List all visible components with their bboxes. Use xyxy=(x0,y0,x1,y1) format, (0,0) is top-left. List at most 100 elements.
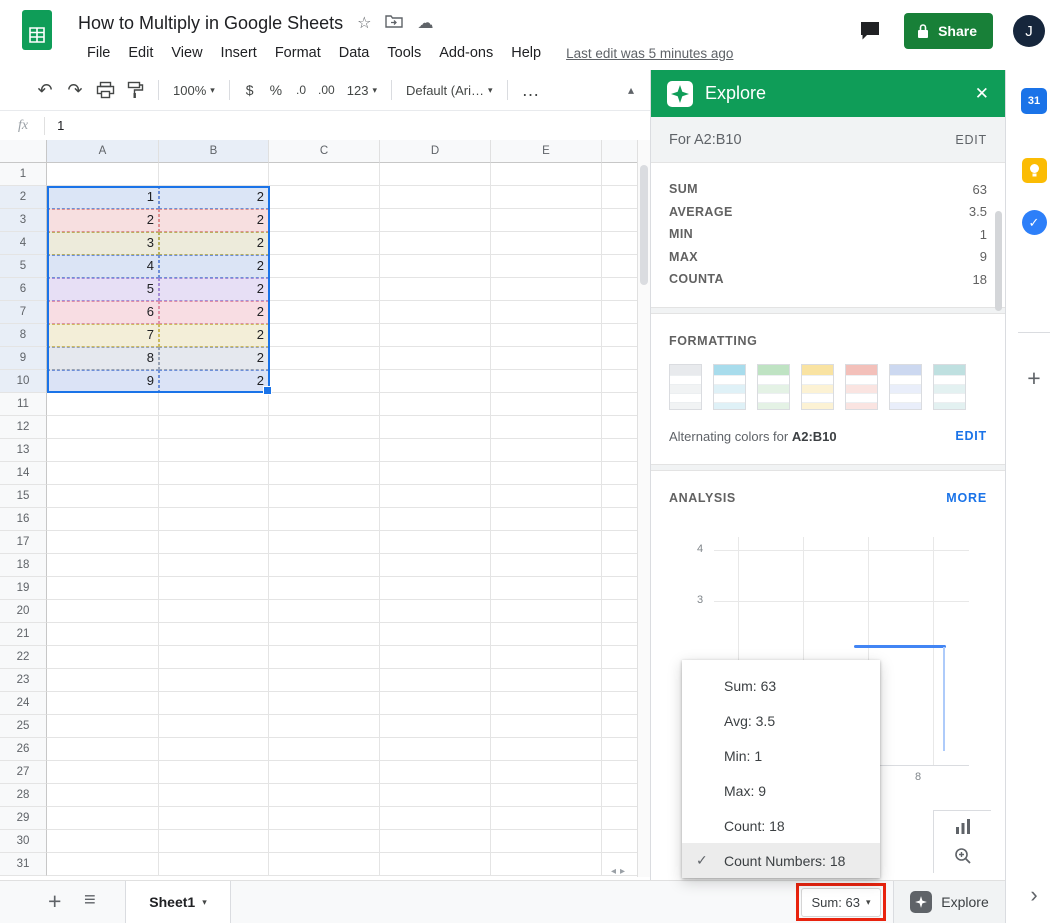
cell-B24[interactable] xyxy=(159,692,269,715)
cell-F15[interactable] xyxy=(602,485,640,508)
cell-B26[interactable] xyxy=(159,738,269,761)
cell-C13[interactable] xyxy=(269,439,380,462)
cell-E8[interactable] xyxy=(491,324,602,347)
cell-B22[interactable] xyxy=(159,646,269,669)
cell-A23[interactable] xyxy=(47,669,159,692)
cell-F11[interactable] xyxy=(602,393,640,416)
cell-C21[interactable] xyxy=(269,623,380,646)
row-header-28[interactable]: 28 xyxy=(0,784,47,807)
cell-B29[interactable] xyxy=(159,807,269,830)
cell-F8[interactable] xyxy=(602,324,640,347)
cell-A5[interactable]: 4 xyxy=(47,255,159,278)
tasks-icon[interactable]: ✓ xyxy=(1006,210,1061,235)
row-header-13[interactable]: 13 xyxy=(0,439,47,462)
fill-handle[interactable] xyxy=(263,386,272,395)
cell-F17[interactable] xyxy=(602,531,640,554)
cell-D21[interactable] xyxy=(380,623,491,646)
cell-B13[interactable] xyxy=(159,439,269,462)
cell-F7[interactable] xyxy=(602,301,640,324)
column-header-E[interactable]: E xyxy=(491,140,602,163)
context-menu-item-count[interactable]: Count: 18 xyxy=(682,808,880,843)
sum-selector-button[interactable]: Sum: 63 ▾ xyxy=(801,888,881,917)
row-header-26[interactable]: 26 xyxy=(0,738,47,761)
vertical-scrollbar-thumb[interactable] xyxy=(640,165,648,285)
cell-F9[interactable] xyxy=(602,347,640,370)
cell-B27[interactable] xyxy=(159,761,269,784)
cell-C26[interactable] xyxy=(269,738,380,761)
cell-B14[interactable] xyxy=(159,462,269,485)
row-header-5[interactable]: 5 xyxy=(0,255,47,278)
cell-D25[interactable] xyxy=(380,715,491,738)
cell-E12[interactable] xyxy=(491,416,602,439)
cell-F20[interactable] xyxy=(602,600,640,623)
cell-D9[interactable] xyxy=(380,347,491,370)
cell-D5[interactable] xyxy=(380,255,491,278)
column-header-B[interactable]: B xyxy=(159,140,269,163)
cell-B21[interactable] xyxy=(159,623,269,646)
row-header-21[interactable]: 21 xyxy=(0,623,47,646)
menu-item-file[interactable]: File xyxy=(78,40,119,67)
zoom-in-icon[interactable] xyxy=(951,844,975,868)
cell-B20[interactable] xyxy=(159,600,269,623)
cell-E7[interactable] xyxy=(491,301,602,324)
row-header-24[interactable]: 24 xyxy=(0,692,47,715)
keep-icon[interactable] xyxy=(1006,158,1061,183)
row-header-7[interactable]: 7 xyxy=(0,301,47,324)
row-header-27[interactable]: 27 xyxy=(0,761,47,784)
cell-E3[interactable] xyxy=(491,209,602,232)
cell-F5[interactable] xyxy=(602,255,640,278)
row-header-17[interactable]: 17 xyxy=(0,531,47,554)
cell-A19[interactable] xyxy=(47,577,159,600)
sheet-tab-sheet1[interactable]: Sheet1 ▾ xyxy=(125,881,231,923)
cell-D7[interactable] xyxy=(380,301,491,324)
cell-B18[interactable] xyxy=(159,554,269,577)
cell-E15[interactable] xyxy=(491,485,602,508)
cell-D17[interactable] xyxy=(380,531,491,554)
cell-D29[interactable] xyxy=(380,807,491,830)
format-swatch-teal[interactable] xyxy=(933,363,966,410)
cell-D8[interactable] xyxy=(380,324,491,347)
cell-A11[interactable] xyxy=(47,393,159,416)
cell-F3[interactable] xyxy=(602,209,640,232)
cell-B17[interactable] xyxy=(159,531,269,554)
cell-F18[interactable] xyxy=(602,554,640,577)
cell-C28[interactable] xyxy=(269,784,380,807)
context-menu-item-sum[interactable]: Sum: 63 xyxy=(682,668,880,703)
explore-button[interactable]: Explore xyxy=(893,881,1005,923)
cell-D1[interactable] xyxy=(380,163,491,186)
context-menu-item-count-numbers[interactable]: ✓ Count Numbers: 18 xyxy=(682,843,880,878)
cell-E22[interactable] xyxy=(491,646,602,669)
row-header-25[interactable]: 25 xyxy=(0,715,47,738)
cell-F25[interactable] xyxy=(602,715,640,738)
cell-F1[interactable] xyxy=(602,163,640,186)
cell-F28[interactable] xyxy=(602,784,640,807)
cell-E23[interactable] xyxy=(491,669,602,692)
cell-E13[interactable] xyxy=(491,439,602,462)
format-swatch-cyan[interactable] xyxy=(713,363,746,410)
cell-D24[interactable] xyxy=(380,692,491,715)
cell-C11[interactable] xyxy=(269,393,380,416)
cell-F2[interactable] xyxy=(602,186,640,209)
cell-C20[interactable] xyxy=(269,600,380,623)
cell-A2[interactable]: 1 xyxy=(47,186,159,209)
cell-E11[interactable] xyxy=(491,393,602,416)
menu-item-insert[interactable]: Insert xyxy=(212,40,266,67)
row-header-20[interactable]: 20 xyxy=(0,600,47,623)
row-header-23[interactable]: 23 xyxy=(0,669,47,692)
cell-D13[interactable] xyxy=(380,439,491,462)
font-select[interactable]: Default (Ari… ▾ xyxy=(400,83,499,98)
cell-C18[interactable] xyxy=(269,554,380,577)
cell-E27[interactable] xyxy=(491,761,602,784)
menu-item-data[interactable]: Data xyxy=(330,40,379,67)
cell-A7[interactable]: 6 xyxy=(47,301,159,324)
context-menu-item-avg[interactable]: Avg: 3.5 xyxy=(682,703,880,738)
cell-C8[interactable] xyxy=(269,324,380,347)
row-header-10[interactable]: 10 xyxy=(0,370,47,393)
cell-C5[interactable] xyxy=(269,255,380,278)
cell-E5[interactable] xyxy=(491,255,602,278)
cell-C17[interactable] xyxy=(269,531,380,554)
row-header-29[interactable]: 29 xyxy=(0,807,47,830)
cell-B8[interactable]: 2 xyxy=(159,324,269,347)
cell-B1[interactable] xyxy=(159,163,269,186)
cell-D30[interactable] xyxy=(380,830,491,853)
